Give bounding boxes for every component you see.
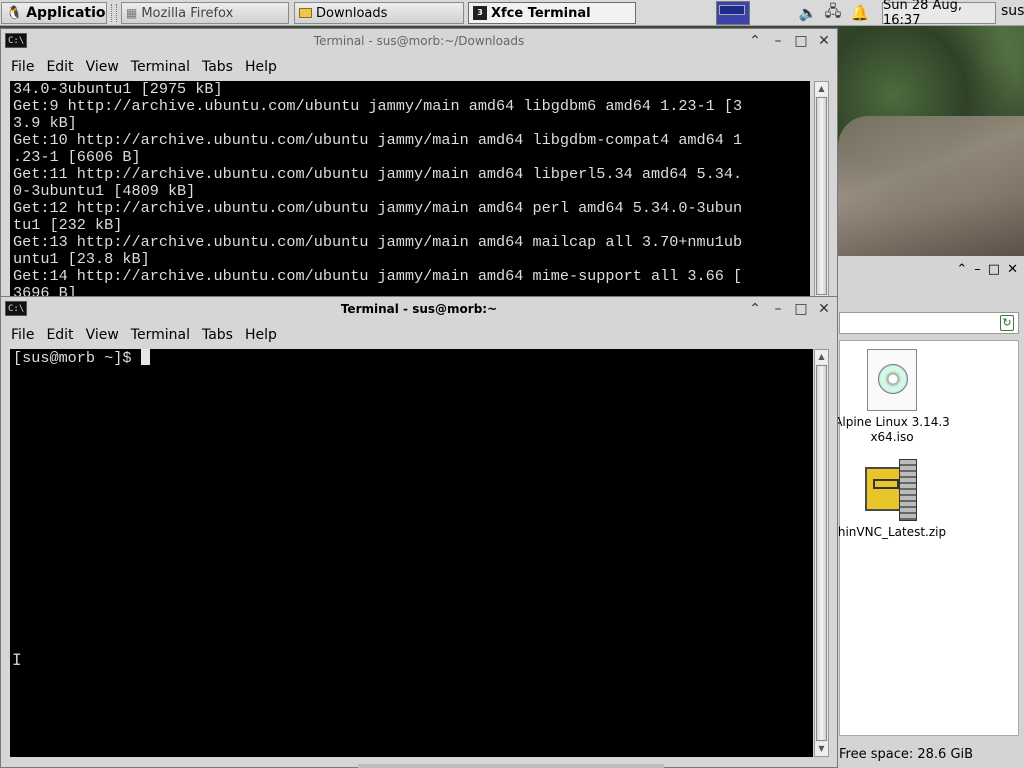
window-edge-strip <box>358 764 664 768</box>
scroll-down-arrow-icon[interactable]: ▼ <box>815 742 828 756</box>
menu-edit[interactable]: Edit <box>40 327 79 343</box>
terminal-line: Get:11 http://archive.ubuntu.com/ubuntu … <box>13 165 743 183</box>
window-controls: ⌃ – □ ✕ <box>956 262 1018 277</box>
terminal-line: 3.9 kB] <box>13 114 77 132</box>
scroll-thumb[interactable] <box>816 365 827 741</box>
minimize-button[interactable]: – <box>771 300 785 318</box>
disc-image-icon <box>867 349 917 411</box>
terminal-icon: 3 <box>473 6 487 20</box>
file-item[interactable]: hinVNC_Latest.zip <box>832 459 952 540</box>
menu-file[interactable]: File <box>5 327 40 343</box>
terminal-text: 34.0-3ubuntu1 [2975 kB] Get:9 http://arch… <box>10 81 810 297</box>
scroll-up-arrow-icon[interactable]: ▲ <box>815 82 828 96</box>
file-view[interactable]: Alpine Linux 3.14.3 x64.iso hinVNC_Lates… <box>834 340 1019 736</box>
minimize-button[interactable]: – <box>771 32 785 50</box>
taskbar-item-terminal[interactable]: 3 Xfce Terminal <box>468 2 636 24</box>
terminal-output[interactable]: [sus@morb ~]$ <box>10 349 813 757</box>
terminal-line: tu1 [232 kB] <box>13 216 123 234</box>
volume-icon[interactable]: 🔈 <box>798 3 818 23</box>
title-bar[interactable]: C:\ Terminal - sus@morb:~ ⌃ – □ ✕ <box>1 297 837 321</box>
taskbar-item-label: Mozilla Firefox <box>141 5 234 21</box>
terminal-line: Get:12 http://archive.ubuntu.com/ubuntu … <box>13 199 743 217</box>
wallpaper-rock <box>838 116 1024 256</box>
terminal-line: .23-1 [6606 B] <box>13 148 141 166</box>
menu-help[interactable]: Help <box>239 327 283 343</box>
maximize-button[interactable]: □ <box>794 300 808 318</box>
terminal-line: 0-3ubuntu1 [4809 kB] <box>13 182 196 200</box>
file-name: hinVNC_Latest.zip <box>837 525 947 539</box>
menu-tabs[interactable]: Tabs <box>196 59 239 75</box>
workspace-window-preview <box>719 5 745 15</box>
taskbar-item-firefox[interactable]: ▦ Mozilla Firefox <box>121 2 289 24</box>
terminal-icon: C:\ <box>5 33 27 48</box>
applications-menu-button[interactable]: 🐧 Applications <box>1 2 107 24</box>
menu-tabs[interactable]: Tabs <box>196 327 239 343</box>
location-bar[interactable]: ↻ <box>839 312 1019 334</box>
terminal-line: Get:13 http://archive.ubuntu.com/ubuntu … <box>13 233 743 251</box>
network-icon[interactable]: 🖧 <box>823 2 843 23</box>
terminal-window-home[interactable]: C:\ Terminal - sus@morb:~ ⌃ – □ ✕ File E… <box>0 296 838 768</box>
scrollbar[interactable]: ▲ <box>814 81 829 297</box>
menu-terminal[interactable]: Terminal <box>125 59 196 75</box>
tux-icon: 🐧 <box>6 5 23 21</box>
terminal-line: untu1 [23.8 kB] <box>13 250 150 268</box>
file-item[interactable]: Alpine Linux 3.14.3 x64.iso <box>832 349 952 445</box>
clock[interactable]: Sun 28 Aug, 16:37 <box>882 0 996 28</box>
window-controls: ⌃ – □ ✕ <box>748 300 831 318</box>
window-controls: ⌃ – □ ✕ <box>748 32 831 50</box>
minimize-button[interactable]: – <box>974 262 981 277</box>
menu-view[interactable]: View <box>80 327 125 343</box>
menu-edit[interactable]: Edit <box>40 59 79 75</box>
window-title: Terminal - sus@morb:~/Downloads <box>313 34 525 48</box>
window-count-badge: 3 <box>477 8 483 17</box>
terminal-icon: C:\ <box>5 301 27 316</box>
user-menu[interactable]: sus <box>1001 3 1024 19</box>
window-menu-chevron-icon[interactable]: ⌃ <box>748 300 762 318</box>
taskbar-item-label: Xfce Terminal <box>491 5 591 21</box>
terminal-output[interactable]: 34.0-3ubuntu1 [2975 kB] Get:9 http://arch… <box>10 81 810 297</box>
menu-view[interactable]: View <box>80 59 125 75</box>
scroll-up-arrow-icon[interactable]: ▲ <box>815 350 828 364</box>
top-panel: 🐧 Applications ▦ Mozilla Firefox Downloa… <box>0 0 1024 28</box>
workspace-pager[interactable] <box>716 1 750 25</box>
terminal-window-downloads[interactable]: C:\ Terminal - sus@morb:~/Downloads ⌃ – … <box>0 28 838 300</box>
file-name-line2: x64.iso <box>870 430 914 444</box>
folder-icon <box>299 8 312 18</box>
maximize-button[interactable]: □ <box>794 32 808 50</box>
terminal-line: Get:9 http://archive.ubuntu.com/ubuntu j… <box>13 97 743 115</box>
menu-file[interactable]: File <box>5 59 40 75</box>
scroll-thumb[interactable] <box>816 97 827 295</box>
window-menu-chevron-icon[interactable]: ⌃ <box>748 32 762 50</box>
maximize-button[interactable]: □ <box>988 262 1000 277</box>
file-name: Alpine Linux 3.14.3 <box>834 415 950 429</box>
close-button[interactable]: ✕ <box>1007 262 1018 277</box>
title-bar[interactable]: C:\ Terminal - sus@morb:~/Downloads ⌃ – … <box>1 29 837 53</box>
desktop-wallpaper <box>838 26 1024 256</box>
firefox-icon: ▦ <box>126 6 138 20</box>
zip-archive-icon <box>861 459 923 521</box>
terminal-line: 34.0-3ubuntu1 [2975 kB] <box>13 81 223 98</box>
close-button[interactable]: ✕ <box>817 32 831 50</box>
terminal-line: Get:14 http://archive.ubuntu.com/ubuntu … <box>13 267 743 285</box>
scrollbar[interactable]: ▲ ▼ <box>814 349 829 757</box>
taskbar-item-downloads[interactable]: Downloads <box>294 2 464 24</box>
notification-bell-icon[interactable]: 🔔 <box>850 3 870 23</box>
terminal-line: Get:10 http://archive.ubuntu.com/ubuntu … <box>13 131 743 149</box>
menu-terminal[interactable]: Terminal <box>125 327 196 343</box>
menu-bar: File Edit View Terminal Tabs Help <box>1 53 837 81</box>
reload-icon[interactable]: ↻ <box>1000 315 1014 331</box>
text-cursor <box>140 349 150 365</box>
menu-bar: File Edit View Terminal Tabs Help <box>1 321 837 349</box>
window-menu-chevron-icon[interactable]: ⌃ <box>956 262 967 277</box>
applications-label: Applications <box>26 5 106 21</box>
file-manager-window: ⌃ – □ ✕ ↻ Alpine Linux 3.14.3 x64.iso hi… <box>834 256 1024 768</box>
taskbar-item-label: Downloads <box>316 5 388 21</box>
window-title: Terminal - sus@morb:~ <box>340 302 498 316</box>
panel-separator <box>111 4 117 22</box>
mouse-ibeam-cursor-icon: I <box>12 650 22 669</box>
close-button[interactable]: ✕ <box>817 300 831 318</box>
status-bar: Free space: 28.6 GiB <box>839 746 974 762</box>
menu-help[interactable]: Help <box>239 59 283 75</box>
shell-prompt: [sus@morb ~]$ <box>13 349 141 367</box>
